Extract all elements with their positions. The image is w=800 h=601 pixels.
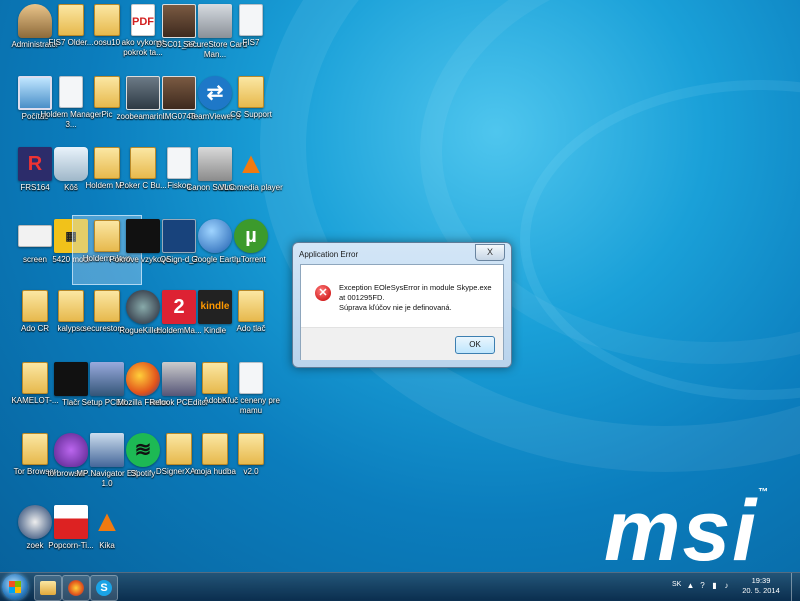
wallpaper-swirl xyxy=(520,80,800,400)
desktop-icon-label: CC Support xyxy=(230,109,272,119)
dialog-title: Application Error xyxy=(299,250,359,259)
language-indicator[interactable]: SK xyxy=(672,581,681,588)
folder-icon xyxy=(238,75,264,108)
desktop-icon-label: µTorrent xyxy=(236,254,266,264)
desktop-icon-label: Kika xyxy=(99,540,115,550)
desktop-icon-label: Ado tlač xyxy=(236,324,266,333)
volume-tray-icon[interactable]: ♪ xyxy=(722,581,731,590)
taskbar-windows-explorer[interactable] xyxy=(34,575,62,601)
dialog-close-button[interactable]: X xyxy=(475,244,505,261)
utorrent-icon: µ xyxy=(234,218,268,253)
windows-logo-icon xyxy=(9,581,21,593)
vlc-icon: ▲ xyxy=(92,504,122,538)
firefox-icon xyxy=(68,580,84,596)
dialog-footer: OK xyxy=(301,327,503,360)
application-error-dialog: Application Error X ✕ Exception EOleSysE… xyxy=(292,242,512,368)
dialog-body: ✕ Exception EOleSysError in module Skype… xyxy=(300,264,504,360)
folder-icon xyxy=(238,290,264,322)
skype-icon: S xyxy=(96,580,112,596)
desktop-icon-label: VLC media player xyxy=(219,183,283,192)
folder-icon xyxy=(238,433,264,465)
desktop-icon-label: v2.0 xyxy=(243,467,259,476)
network-tray-icon[interactable]: ▮ xyxy=(710,581,719,590)
desktop-icon[interactable]: ▲ Kika xyxy=(72,501,142,571)
taskbar-skype[interactable]: S xyxy=(90,575,118,601)
file-icon xyxy=(239,361,263,394)
desktop-icon[interactable]: v2.0 xyxy=(216,429,286,499)
show-desktop-button[interactable] xyxy=(791,573,800,601)
desktop-icon[interactable]: ▲ VLC media player xyxy=(216,143,286,213)
dialog-message-line2: Súprava kľúčov nie je definovaná. xyxy=(339,303,452,312)
msi-logo: msi™ xyxy=(604,483,771,573)
dialog-message: Exception EOleSysError in module Skype.e… xyxy=(339,283,499,313)
file-icon xyxy=(239,4,263,36)
desktop-icon[interactable]: Kľuč ceneny pre mamu xyxy=(216,358,286,428)
wallpaper-swirl xyxy=(260,0,800,472)
desktop-icon[interactable]: FIS7 xyxy=(216,0,286,70)
folder-icon xyxy=(40,581,56,595)
tray-icon[interactable]: ▲ xyxy=(686,581,695,590)
vlc-icon: ▲ xyxy=(236,147,266,180)
desktop-icon-label: Kľuč ceneny pre mamu xyxy=(222,395,280,415)
clock-date: 20. 5. 2014 xyxy=(742,586,780,595)
help-tray-icon[interactable]: ? xyxy=(698,581,707,590)
desktop-icon[interactable]: µ µTorrent xyxy=(216,215,286,285)
clock-time: 19:39 xyxy=(751,576,771,585)
clock[interactable]: 19:39 20. 5. 2014 xyxy=(734,576,788,596)
desktop-icon[interactable]: CC Support xyxy=(216,72,286,142)
system-tray: SK ▲ ? ▮ ♪ 19:39 20. 5. 2014 xyxy=(660,573,800,601)
taskbar: S SK ▲ ? ▮ ♪ 19:39 20. 5. 2014 xyxy=(0,572,800,601)
error-icon: ✕ xyxy=(315,285,331,301)
dialog-message-area: ✕ Exception EOleSysError in module Skype… xyxy=(301,265,503,327)
dialog-message-line1: Exception EOleSysError in module Skype.e… xyxy=(339,283,492,302)
desktop-icon-label: FIS7 xyxy=(242,38,260,47)
ok-button[interactable]: OK xyxy=(455,336,495,354)
start-button[interactable] xyxy=(2,574,28,600)
taskbar-mozilla-firefox[interactable] xyxy=(62,575,90,601)
desktop-icon[interactable]: Ado tlač xyxy=(216,286,286,356)
